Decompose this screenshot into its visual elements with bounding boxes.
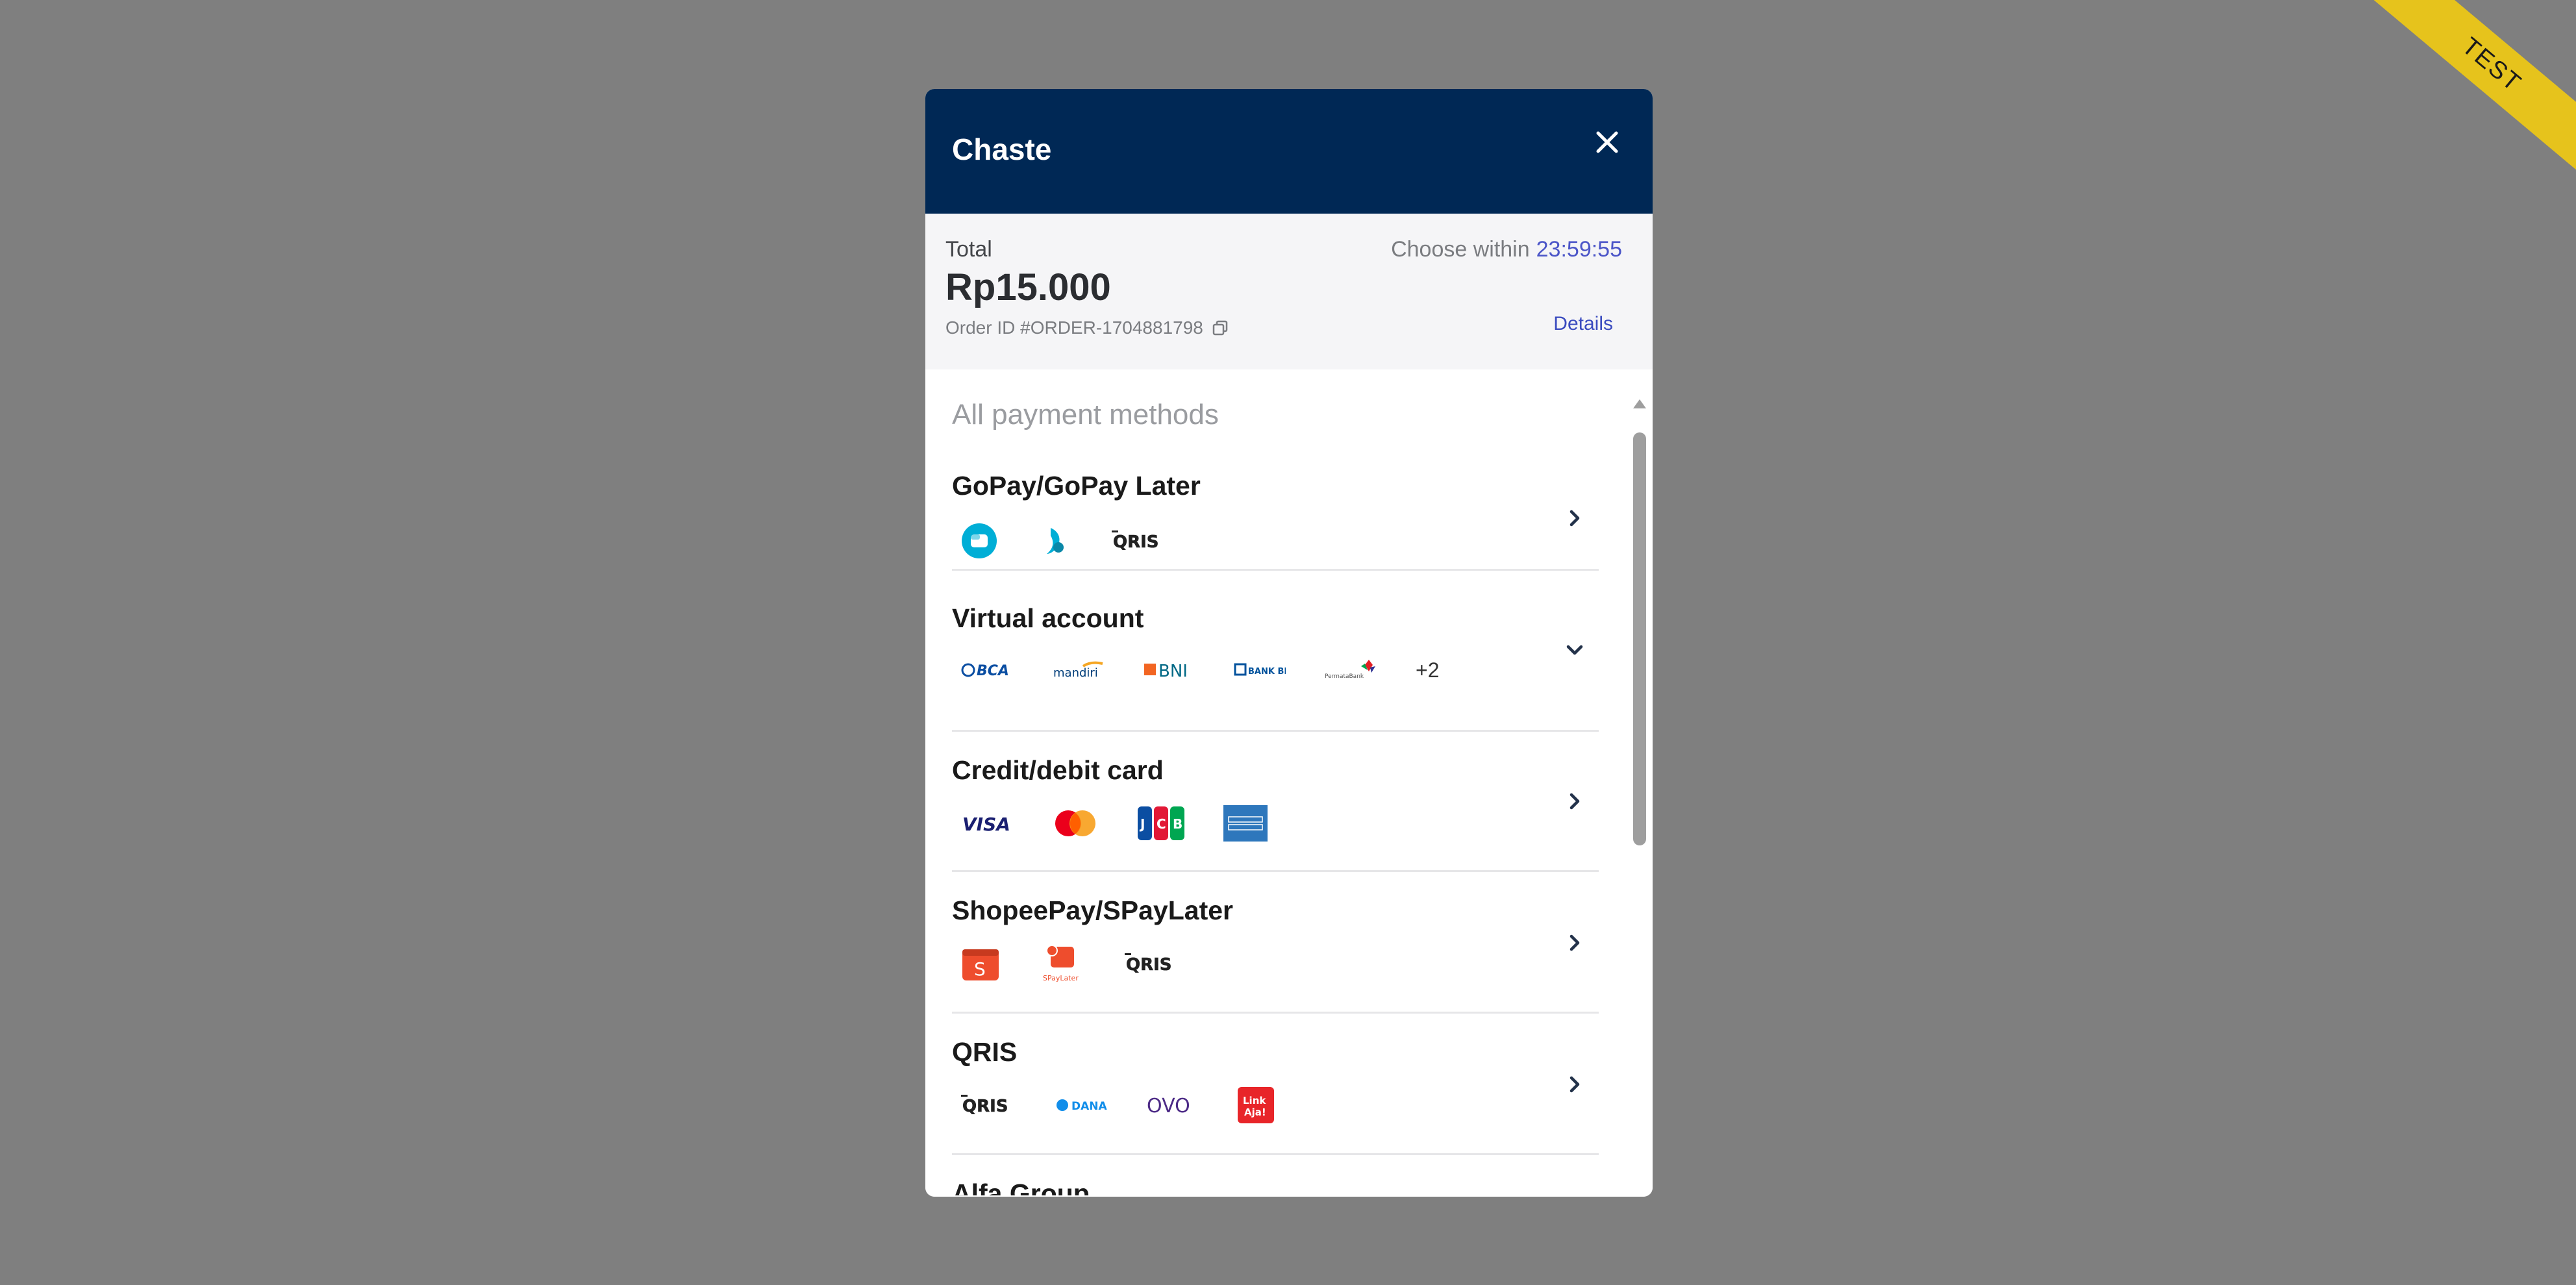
method-virtual-account[interactable]: Virtual account BCA mandiri BNI BANK BRI <box>952 571 1599 732</box>
svg-text:QRIS: QRIS <box>1113 532 1159 552</box>
chevron-right-icon <box>1569 793 1580 810</box>
method-logos: BCA mandiri BNI BANK BRI PermataBank +2 <box>961 652 1478 688</box>
method-qris[interactable]: QRIS QRIS DANA OVO Link Aja! <box>952 1014 1599 1155</box>
svg-text:PermataBank: PermataBank <box>1325 673 1364 680</box>
svg-text:Link: Link <box>1243 1095 1266 1106</box>
order-summary: Total Rp15.000 Order ID #ORDER-170488179… <box>925 214 1653 369</box>
method-credit-card[interactable]: Credit/debit card VISA JCB <box>952 732 1599 872</box>
close-icon[interactable] <box>1593 128 1621 156</box>
svg-text:QRIS: QRIS <box>1126 955 1172 975</box>
total-amount: Rp15.000 <box>945 266 1111 308</box>
svg-text:QRIS: QRIS <box>962 1097 1008 1116</box>
gopay-logo-icon <box>961 523 997 559</box>
chevron-right-icon <box>1569 1076 1580 1093</box>
method-logos: VISA JCB <box>961 805 1307 842</box>
svg-text:SPayLater: SPayLater <box>1043 974 1079 982</box>
svg-text:BCA: BCA <box>977 663 1009 679</box>
method-logos: QRIS <box>961 523 1207 559</box>
svg-text:C: C <box>1157 816 1166 832</box>
test-ribbon-label: TEST <box>2342 0 2576 202</box>
qris-logo-icon: QRIS <box>1125 945 1181 982</box>
timer-label: Choose within <box>1391 237 1530 262</box>
svg-text:OVO: OVO <box>1147 1095 1190 1117</box>
method-name: ShopeePay/SPayLater <box>952 895 1233 925</box>
bri-logo-icon: BANK BRI <box>1234 652 1286 688</box>
bni-logo-icon: BNI <box>1143 652 1195 688</box>
mandiri-logo-icon: mandiri <box>1052 652 1104 688</box>
scroll-up-arrow-icon[interactable] <box>1632 397 1647 410</box>
ovo-logo-icon: OVO <box>1147 1087 1199 1123</box>
method-name: Alfa Group <box>952 1179 1090 1195</box>
qris-logo-icon: QRIS <box>1112 523 1168 559</box>
method-logos: QRIS DANA OVO Link Aja! <box>961 1087 1313 1123</box>
permata-logo-icon: PermataBank <box>1325 652 1377 688</box>
section-title: All payment methods <box>952 399 1219 430</box>
merchant-name: Chaste <box>952 132 1052 166</box>
svg-text:DANA: DANA <box>1071 1100 1107 1113</box>
svg-text:S: S <box>974 958 986 980</box>
mastercard-logo-icon <box>1052 805 1099 842</box>
method-name: Credit/debit card <box>952 755 1164 785</box>
method-shopeepay[interactable]: ShopeePay/SPayLater S SPayLater QRIS <box>952 872 1599 1014</box>
linkaja-logo-icon: Link Aja! <box>1238 1087 1274 1123</box>
chevron-right-icon <box>1569 510 1580 527</box>
order-id: Order ID #ORDER-1704881798 <box>945 318 1229 338</box>
spaylater-logo-icon: SPayLater <box>1039 945 1086 982</box>
details-link[interactable]: Details <box>1553 313 1613 335</box>
svg-text:J: J <box>1139 816 1145 832</box>
chevron-right-icon <box>1569 934 1580 951</box>
bca-logo-icon: BCA <box>961 652 1013 688</box>
qris-logo-icon: QRIS <box>961 1087 1017 1123</box>
payment-modal: Chaste Total Rp15.000 Order ID #ORDER-17… <box>925 89 1653 1197</box>
method-name: GoPay/GoPay Later <box>952 471 1201 501</box>
order-id-text: Order ID #ORDER-1704881798 <box>945 318 1203 338</box>
svg-text:Aja!: Aja! <box>1244 1106 1266 1118</box>
copy-icon[interactable] <box>1211 319 1229 337</box>
chevron-down-icon <box>1566 645 1583 655</box>
test-ribbon: TEST <box>2342 0 2576 214</box>
scrollbar[interactable] <box>1632 397 1647 1197</box>
scroll-thumb[interactable] <box>1633 432 1646 845</box>
visa-logo-icon: VISA <box>961 805 1013 842</box>
total-label: Total <box>945 237 992 262</box>
gopay-later-logo-icon <box>1036 523 1073 559</box>
amex-logo-icon <box>1223 805 1268 842</box>
more-banks-count: +2 <box>1416 658 1440 682</box>
modal-header: Chaste <box>925 89 1653 214</box>
svg-text:BANK BRI: BANK BRI <box>1248 667 1286 677</box>
jcb-logo-icon: JCB <box>1138 805 1184 842</box>
method-name: QRIS <box>952 1037 1018 1067</box>
payment-timer: Choose within 23:59:55 <box>1391 237 1622 262</box>
svg-text:mandiri: mandiri <box>1053 666 1098 680</box>
timer-countdown: 23:59:55 <box>1536 237 1622 262</box>
method-gopay[interactable]: GoPay/GoPay Later QRIS <box>952 467 1599 571</box>
shopeepay-logo-icon: S <box>961 945 1000 982</box>
payment-methods-panel: All payment methods GoPay/GoPay Later QR… <box>925 369 1653 1197</box>
svg-text:VISA: VISA <box>962 814 1010 835</box>
method-name: Virtual account <box>952 603 1144 633</box>
dana-logo-icon: DANA <box>1056 1087 1108 1123</box>
method-alfa-group[interactable]: Alfa Group <box>952 1155 1599 1195</box>
method-logos: S SPayLater QRIS <box>961 945 1219 982</box>
svg-text:BNI: BNI <box>1158 662 1188 681</box>
svg-text:B: B <box>1173 816 1182 832</box>
